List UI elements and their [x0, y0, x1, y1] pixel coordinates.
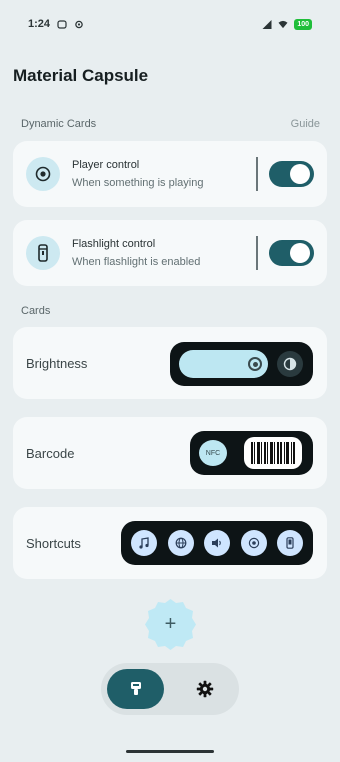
settings-small-icon [75, 20, 83, 28]
divider [256, 157, 258, 191]
status-bar: 1:24 100 [0, 0, 340, 48]
signal-icon [262, 19, 272, 29]
brightness-mode-button [277, 351, 303, 377]
gear-icon [196, 680, 214, 698]
volume-icon [204, 530, 230, 556]
play-circle-icon [35, 166, 51, 182]
target-icon [241, 530, 267, 556]
plus-icon: + [164, 613, 177, 635]
brightness-slider-preview [179, 350, 268, 378]
status-left: 1:24 [28, 18, 84, 30]
brightness-thumb-icon [248, 357, 262, 371]
notification-icon [57, 19, 67, 29]
barcode-label: Barcode [26, 446, 75, 461]
brightness-auto-icon [283, 357, 297, 371]
flashlight-control-icon-badge [26, 236, 60, 270]
shortcuts-label: Shortcuts [26, 536, 81, 551]
toggle-knob [290, 243, 310, 263]
flashlight-control-title: Flashlight control [72, 238, 156, 250]
player-control-card[interactable]: Player control When something is playing [13, 141, 327, 207]
player-control-title: Player control [72, 159, 140, 171]
player-control-subtitle: When something is playing [72, 177, 204, 189]
cards-label: Cards [21, 305, 51, 317]
shortcuts-card[interactable]: Shortcuts [13, 507, 327, 579]
barcode-capsule-preview: NFC [190, 431, 313, 475]
capsule-icon [130, 682, 141, 695]
wifi-icon [278, 20, 288, 28]
brightness-label: Brightness [26, 356, 88, 371]
barcode-card[interactable]: Barcode NFC [13, 417, 327, 489]
nfc-button: NFC [199, 440, 227, 466]
add-button[interactable]: + [143, 597, 198, 652]
nav-settings-tab[interactable] [185, 669, 225, 709]
phone-icon [277, 530, 303, 556]
flashlight-control-subtitle: When flashlight is enabled [72, 256, 201, 268]
brightness-capsule-preview [170, 342, 313, 386]
nfc-label: NFC [205, 449, 221, 457]
nav-capsules-tab[interactable] [107, 669, 164, 709]
status-time: 1:24 [28, 18, 51, 30]
music-icon [131, 530, 157, 556]
brightness-card[interactable]: Brightness [13, 327, 327, 399]
status-right: 100 [262, 18, 312, 30]
battery-indicator: 100 [294, 18, 312, 30]
dynamic-cards-label: Dynamic Cards [21, 118, 97, 130]
flashlight-control-card[interactable]: Flashlight control When flashlight is en… [13, 220, 327, 286]
guide-link[interactable]: Guide [291, 118, 320, 130]
player-control-icon-badge [26, 157, 60, 191]
app-title: Material Capsule [13, 66, 149, 85]
home-indicator[interactable] [126, 750, 214, 753]
barcode-icon [244, 437, 302, 469]
flashlight-icon [38, 244, 48, 262]
bottom-navigation [101, 663, 239, 715]
player-control-toggle[interactable] [269, 161, 314, 187]
shortcuts-capsule-preview [121, 521, 313, 565]
toggle-knob [290, 164, 310, 184]
globe-icon [168, 530, 194, 556]
divider [256, 236, 258, 270]
flashlight-control-toggle[interactable] [269, 240, 314, 266]
